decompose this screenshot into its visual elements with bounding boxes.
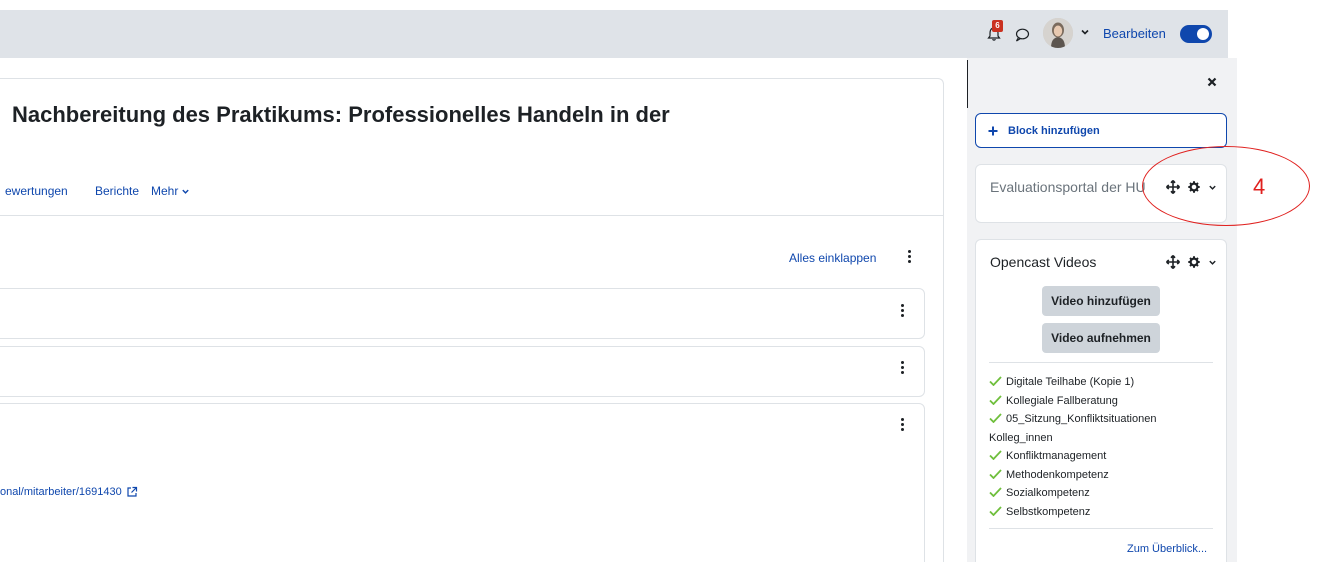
course-section xyxy=(0,346,925,397)
add-block-button[interactable]: Block hinzufügen xyxy=(975,113,1227,148)
block-title: Opencast Videos xyxy=(990,254,1097,270)
avatar[interactable] xyxy=(1043,18,1073,48)
block-controls xyxy=(1166,255,1217,269)
video-title: 05_Sitzung_Konfliktsituationen Kolleg_in… xyxy=(989,413,1157,444)
course-section xyxy=(0,288,925,339)
video-title: Methodenkompetenz xyxy=(1006,468,1109,481)
checkmark-icon xyxy=(989,505,1002,516)
add-video-button[interactable]: Video hinzufügen xyxy=(1042,286,1160,316)
list-item[interactable]: Selbstkompetenz xyxy=(989,503,1219,522)
edit-mode-toggle[interactable] xyxy=(1180,25,1212,43)
external-link-icon xyxy=(127,486,137,497)
tab-berichte[interactable]: Berichte xyxy=(95,184,139,198)
collapse-all-link[interactable]: Alles einklappen xyxy=(789,251,876,265)
list-item[interactable]: Digitale Teilhabe (Kopie 1) xyxy=(989,373,1219,392)
video-title: Digitale Teilhabe (Kopie 1) xyxy=(1006,376,1135,388)
user-photo-icon xyxy=(1043,18,1073,48)
list-item[interactable]: Konfliktmanagement xyxy=(989,447,1219,466)
record-video-button[interactable]: Video aufnehmen xyxy=(1042,323,1160,353)
kebab-menu-icon[interactable] xyxy=(907,250,913,264)
external-url-text: onal/mitarbeiter/1691430 xyxy=(0,486,122,498)
kebab-menu-icon[interactable] xyxy=(900,304,906,318)
close-icon[interactable] xyxy=(1206,76,1218,88)
external-url-link[interactable]: onal/mitarbeiter/1691430 xyxy=(0,486,138,498)
checkmark-icon xyxy=(989,376,1002,386)
checkmark-icon xyxy=(989,394,1002,405)
checkmark-icon xyxy=(989,468,1002,479)
divider xyxy=(989,362,1213,363)
checkmark-icon xyxy=(989,450,1002,460)
drawer-divider xyxy=(967,60,968,108)
gear-icon[interactable] xyxy=(1188,256,1200,268)
block-title: Evaluationsportal der HU xyxy=(990,179,1146,195)
chevron-down-icon[interactable] xyxy=(1208,258,1217,267)
top-navbar: 6 Bearbeiten xyxy=(0,10,1228,58)
video-list: Digitale Teilhabe (Kopie 1) Kollegiale F… xyxy=(989,373,1219,521)
checkmark-icon xyxy=(989,487,1002,497)
video-title: Kollegiale Fallberatung xyxy=(1006,394,1118,407)
divider xyxy=(989,528,1213,529)
edit-mode-label: Bearbeiten xyxy=(1103,26,1166,41)
kebab-menu-icon[interactable] xyxy=(900,361,906,375)
page-title: Nachbereitung des Praktikums: Profession… xyxy=(12,102,670,127)
chat-bubble-icon[interactable] xyxy=(1014,27,1030,43)
annotation-number: 4 xyxy=(1253,174,1266,199)
video-title: Konfliktmanagement xyxy=(1006,450,1107,462)
list-item[interactable]: 05_Sitzung_Konfliktsituationen Kolleg_in… xyxy=(989,410,1219,447)
video-title: Sozialkompetenz xyxy=(1006,487,1090,499)
overview-link[interactable]: Zum Überblick... xyxy=(1127,543,1207,555)
list-item[interactable]: Kollegiale Fallberatung xyxy=(989,392,1219,411)
checkmark-icon xyxy=(989,413,1002,423)
tab-bewertungen[interactable]: ewertungen xyxy=(5,184,68,198)
list-item[interactable]: Sozialkompetenz xyxy=(989,484,1219,503)
tab-more[interactable]: Mehr xyxy=(151,184,190,198)
block-title-clip: Evaluationsportal der HU xyxy=(990,179,1146,201)
plus-icon xyxy=(988,126,998,135)
video-title: Selbstkompetenz xyxy=(1006,505,1091,518)
divider xyxy=(0,215,944,216)
move-icon[interactable] xyxy=(1166,255,1180,269)
notification-badge: 6 xyxy=(992,20,1003,32)
annotation-circle xyxy=(1142,146,1310,226)
chevron-down-icon xyxy=(182,189,190,194)
list-item[interactable]: Methodenkompetenz xyxy=(989,466,1219,485)
chevron-down-icon[interactable] xyxy=(1079,26,1091,38)
tab-more-label: Mehr xyxy=(151,184,179,198)
kebab-menu-icon[interactable] xyxy=(900,418,906,432)
add-block-label: Block hinzufügen xyxy=(1008,124,1100,137)
course-section xyxy=(0,403,925,562)
